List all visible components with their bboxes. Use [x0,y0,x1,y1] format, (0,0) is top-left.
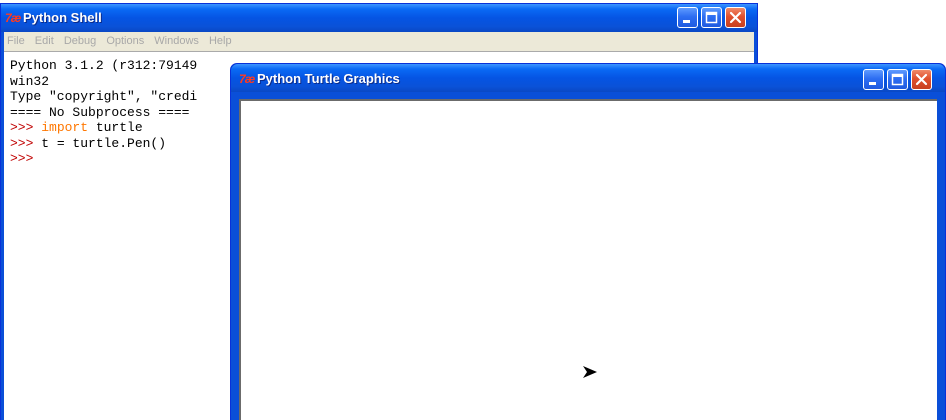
close-icon [729,11,742,24]
shell-close-button[interactable] [725,7,746,28]
close-icon [915,73,928,86]
python-shell-title: Python Shell [23,10,102,25]
turtle-minimize-button[interactable] [863,69,884,90]
minimize-icon [869,82,876,85]
maximize-icon [705,11,718,24]
turtle-arrow-icon [583,366,597,378]
turtle-graphics-window[interactable]: 7æ Python Turtle Graphics [230,63,946,420]
shell-prompt: >>> [10,151,34,166]
minimize-icon [683,20,690,23]
menu-help[interactable]: Help [209,32,232,51]
turtle-window-title: Python Turtle Graphics [257,71,400,86]
idle-app-icon: 7æ [5,11,21,25]
keyword-import: import [41,120,89,135]
turtle-canvas[interactable] [239,99,937,420]
turtle-close-button[interactable] [911,69,932,90]
shell-minimize-button[interactable] [677,7,698,28]
maximize-icon [891,73,904,86]
turtle-app-icon: 7æ [239,72,255,86]
python-shell-titlebar[interactable]: 7æ Python Shell [1,4,757,32]
turtle-titlebar[interactable]: 7æ Python Turtle Graphics [231,64,945,92]
menu-debug[interactable]: Debug [64,32,96,51]
shell-prompt: >>> [10,135,42,151]
shell-prompt: >>> [10,120,42,135]
pen-statement: t = turtle.Pen() [41,135,167,151]
turtle-maximize-button[interactable] [887,69,908,90]
import-target: turtle [88,120,143,135]
menu-edit[interactable]: Edit [35,32,54,51]
shell-maximize-button[interactable] [701,7,722,28]
desktop: 7æ Python Shell File Edit Debug Options … [0,0,946,420]
menu-windows[interactable]: Windows [154,32,199,51]
menu-options[interactable]: Options [106,32,144,51]
menu-file[interactable]: File [7,32,25,51]
shell-menubar: File Edit Debug Options Windows Help [4,32,754,51]
